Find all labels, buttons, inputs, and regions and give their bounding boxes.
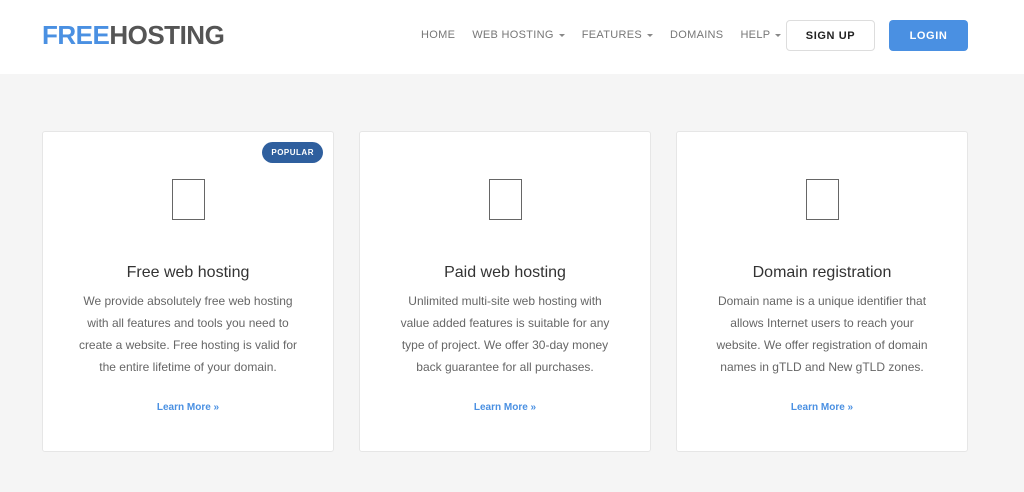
nav-item-help[interactable]: HELP	[740, 29, 782, 41]
nav-item-home[interactable]: HOME	[421, 29, 455, 41]
card-paid-web-hosting: Paid web hosting Unlimited multi-site we…	[359, 131, 651, 452]
nav-item-label: WEB HOSTING	[472, 29, 554, 41]
logo-text-hosting: HOSTING	[109, 20, 225, 50]
main-nav: HOME WEB HOSTING FEATURES DOMAINS HELP	[421, 29, 798, 41]
learn-more-link[interactable]: Learn More »	[43, 402, 333, 413]
card-domain-registration: Domain registration Domain name is a uni…	[676, 131, 968, 452]
card-title: Domain registration	[752, 264, 892, 281]
nav-item-features[interactable]: FEATURES	[582, 29, 653, 41]
nav-item-domains[interactable]: DOMAINS	[670, 29, 723, 41]
site-header: FREEHOSTING HOME WEB HOSTING FEATURES DO…	[0, 0, 1024, 74]
nav-item-label: HOME	[421, 29, 456, 41]
login-button[interactable]: LOGIN	[889, 20, 968, 51]
caret-down-icon	[558, 33, 565, 37]
site-logo[interactable]: FREEHOSTING	[42, 20, 225, 50]
card-description: We provide absolutely free web hosting w…	[78, 294, 298, 374]
nav-item-label: FEATURES	[581, 29, 642, 41]
learn-more-link[interactable]: Learn More »	[360, 402, 650, 413]
card-title: Free web hosting	[126, 264, 250, 281]
nav-item-label: HELP	[740, 29, 771, 41]
card-description: Unlimited multi-site web hosting with va…	[400, 294, 610, 374]
caret-down-icon	[647, 33, 653, 37]
blank-square-icon	[806, 179, 839, 220]
caret-down-icon	[775, 33, 782, 37]
nav-item-label: DOMAINS	[670, 29, 724, 41]
logo-text-free: FREE	[42, 20, 110, 50]
sign-up-button[interactable]: SIGN UP	[786, 20, 875, 51]
card-description: Domain name is a unique identifier that …	[716, 294, 928, 374]
nav-item-web-hosting[interactable]: WEB HOSTING	[472, 29, 565, 41]
blank-square-icon	[489, 179, 522, 220]
card-free-web-hosting: POPULAR Free web hosting We provide abso…	[42, 131, 334, 452]
card-title: Paid web hosting	[444, 264, 566, 281]
blank-square-icon	[172, 179, 205, 220]
popular-badge: POPULAR	[262, 142, 323, 163]
learn-more-link[interactable]: Learn More »	[677, 402, 967, 413]
